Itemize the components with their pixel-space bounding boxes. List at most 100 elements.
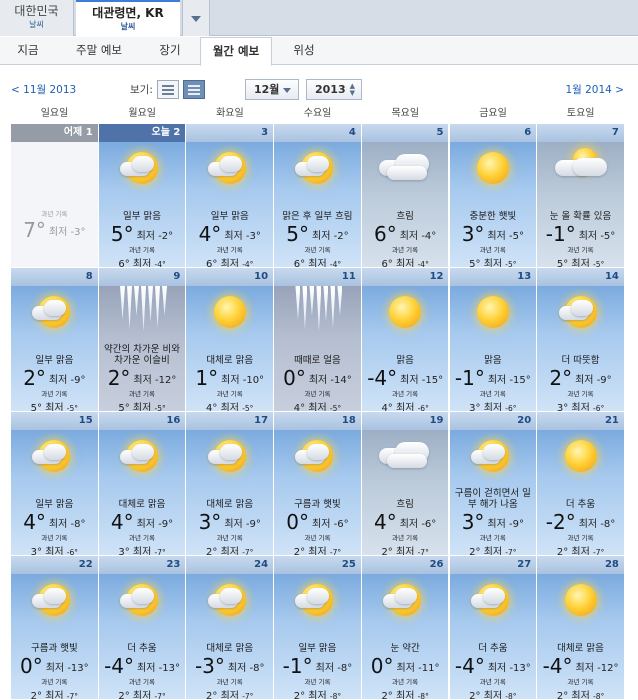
- tab-weekend[interactable]: 주말 예보: [60, 37, 138, 65]
- year-select[interactable]: 2013 ▲ ▼: [306, 79, 362, 100]
- average-high: 2°: [118, 691, 130, 700]
- tab-long-range[interactable]: 장기: [142, 37, 198, 65]
- day-number: 11: [274, 268, 361, 286]
- tab-now[interactable]: 지금: [0, 37, 56, 65]
- low-label: 최저: [227, 662, 247, 674]
- low-label: 최저: [487, 230, 506, 242]
- calendar-day-cell[interactable]: 28 대체로 맑음 -4° 최저 -12° 과년 기록 2° 최저 -8°: [537, 556, 625, 700]
- location-tab-city-label: 대관령면, KR: [92, 6, 164, 20]
- calendar-day-cell[interactable]: 오늘 2 일부 맑음 5° 최저 -2° 과년 기록 6° 최저 -4°: [98, 124, 187, 268]
- calendar-day-cell[interactable]: 6 충분한 햇빛 3° 최저 -5° 과년 기록 5° 최저 -5°: [449, 124, 538, 268]
- calendar-day-cell[interactable]: 3 일부 맑음 4° 최저 -3° 과년 기록 6° 최저 -4°: [186, 124, 275, 268]
- chevron-down-icon: [191, 16, 201, 22]
- partly-sunny-icon: [202, 434, 258, 482]
- calendar-day-cell[interactable]: 21 더 추움 -2° 최저 -8° 과년 기록 2° 최저 -7°: [537, 412, 625, 556]
- low-label: 최저: [221, 374, 240, 386]
- location-dropdown-button[interactable]: [182, 0, 210, 36]
- weather-description: 눈 올 확률 있음: [549, 211, 612, 222]
- low-value: -9°: [596, 374, 612, 386]
- list-view-button[interactable]: [157, 80, 179, 99]
- calendar-day-cell[interactable]: 19 흐림 4° 최저 -6° 과년 기록 2° 최저 -7°: [361, 412, 450, 556]
- low-value: -10°: [242, 374, 265, 386]
- calendar-day-cell[interactable]: 22 구름과 햇빛 0° 최저 -13° 과년 기록 2° 최저 -7°: [11, 556, 99, 700]
- next-month-link[interactable]: 1월 2014 >: [565, 80, 624, 100]
- calendar-day-cell[interactable]: 10 대체로 맑음 1° 최저 -10° 과년 기록 4° 최저 -5°: [186, 268, 275, 412]
- low-value: -12°: [597, 662, 619, 674]
- low-value: -11°: [418, 662, 440, 674]
- past-average-label: 과년 기록: [567, 390, 594, 398]
- weather-description: 일부 맑음: [123, 211, 162, 222]
- weather-description: 구름과 햇빛: [30, 643, 78, 654]
- average-low: -4°: [329, 260, 342, 268]
- average-high: 2°: [469, 691, 481, 700]
- location-tab-country[interactable]: 대한민국 날씨: [0, 0, 74, 36]
- weather-description: 더 추움: [565, 499, 596, 510]
- calendar-day-cell[interactable]: 15 일부 맑음 4° 최저 -8° 과년 기록 3° 최저 -6°: [11, 412, 99, 556]
- calendar-day-cell[interactable]: 어제 1 과년 기록 7° 최저 -3°: [11, 124, 99, 268]
- day-number: 3: [186, 124, 274, 142]
- grid-view-button[interactable]: [183, 80, 205, 99]
- high-temp: 0°: [283, 366, 306, 390]
- low-temp: 최저 -9°: [49, 375, 86, 386]
- low-temp: 최저 -8°: [49, 519, 86, 530]
- average-low: -7°: [329, 548, 342, 556]
- average-low: -8°: [505, 692, 517, 700]
- calendar-day-cell[interactable]: 18 구름과 햇빛 0° 최저 -6° 과년 기록 2° 최저 -7°: [274, 412, 362, 556]
- day-number: 28: [537, 556, 624, 574]
- location-tab-country-sub: 날씨: [29, 20, 44, 29]
- day-number: 오늘 2: [98, 124, 186, 142]
- low-label: 최저: [48, 518, 68, 530]
- past-average-label: 과년 기록: [567, 246, 594, 254]
- low-temp: 최저 -5°: [579, 231, 616, 242]
- low-temp: 최저 -5°: [487, 231, 524, 242]
- day-number: 19: [361, 412, 449, 430]
- calendar-day-cell[interactable]: 16 대체로 맑음 4° 최저 -9° 과년 기록 3° 최저 -7°: [98, 412, 187, 556]
- month-select[interactable]: 12월: [245, 79, 299, 100]
- average-low: -8°: [592, 692, 605, 700]
- location-tab-city-sub: 날씨: [120, 22, 136, 31]
- calendar-day-cell[interactable]: 14 더 따뜻함 2° 최저 -9° 과년 기록 3° 최저 -6°: [537, 268, 625, 412]
- low-value: -3°: [245, 230, 261, 242]
- calendar-day-cell[interactable]: 24 대체로 맑음 -3° 최저 -8° 과년 기록 2° 최저 -7°: [186, 556, 275, 700]
- day-number: 27: [449, 556, 537, 574]
- prev-month-link[interactable]: < 11월 2013: [11, 80, 76, 100]
- calendar-day-cell[interactable]: 17 대체로 맑음 3° 최저 -9° 과년 기록 2° 최저 -7°: [186, 412, 275, 556]
- day-number: 15: [11, 412, 98, 430]
- high-temp: 0°: [370, 654, 394, 678]
- average-low-label: 최저: [396, 691, 415, 700]
- calendar-day-cell[interactable]: 25 일부 맑음 -1° 최저 -8° 과년 기록 2° 최저 -8°: [274, 556, 362, 700]
- location-tab-city[interactable]: 대관령면, KR 날씨: [76, 0, 180, 37]
- low-value: -4°: [421, 230, 437, 242]
- sun-icon: [553, 434, 609, 482]
- calendar-day-cell[interactable]: 5 흐림 6° 최저 -4° 과년 기록 6° 최저 -4°: [361, 124, 450, 268]
- calendar-day-cell[interactable]: 13 맑음 -1° 최저 -15° 과년 기록 3° 최저 -6°: [449, 268, 538, 412]
- calendar-day-cell[interactable]: 7눈 올 확률 있음 -1° 최저 -5° 과년 기록 5° 최저 -5°: [537, 124, 625, 268]
- low-value: -2°: [333, 230, 349, 242]
- calendar-day-cell[interactable]: 8 일부 맑음 2° 최저 -9° 과년 기록 5° 최저 -5°: [11, 268, 99, 412]
- past-average-label: 과년 기록: [392, 534, 419, 542]
- average-low: -5°: [242, 404, 254, 412]
- cloudy-icon: [377, 146, 433, 194]
- weather-description: 흐림: [396, 499, 414, 510]
- stepper-arrows-icon: ▲ ▼: [349, 82, 355, 97]
- calendar-day-cell[interactable]: 26 눈 약간 0° 최저 -11° 과년 기록 2° 최저 -8°: [361, 556, 450, 700]
- calendar-day-cell[interactable]: 11 때때로 얼음 0° 최저 -14° 과년 기록 4° 최저 -5°: [274, 268, 362, 412]
- calendar-day-cell[interactable]: 27 더 추움 -4° 최저 -13° 과년 기록 2° 최저 -8°: [449, 556, 538, 700]
- calendar-day-cell[interactable]: 4 맑은 후 일부 흐림 5° 최저 -2° 과년 기록 6° 최저 -4°: [274, 124, 362, 268]
- past-average-label: 과년 기록: [216, 246, 243, 254]
- average-low-label: 최저: [396, 259, 415, 268]
- high-temp: 3°: [198, 510, 222, 534]
- low-value: -8°: [70, 518, 86, 530]
- calendar-day-cell[interactable]: 9 약간의 차가운 비와 차가운 이슬비 2° 최저 -12° 과년 기록 5° 최저 -…: [98, 268, 187, 412]
- day-number: 7: [537, 124, 624, 142]
- calendar-day-cell[interactable]: 20 구름이 걷히면서 일부 해가 나옴 3° 최저 -9° 과년 기록 2° 최저 -7…: [449, 412, 538, 556]
- partly-sunny-icon: [289, 434, 345, 482]
- calendar-day-cell[interactable]: 12 맑음 -4° 최저 -15° 과년 기록 4° 최저 -6°: [361, 268, 450, 412]
- calendar-day-cell[interactable]: 23 더 추움 -4° 최저 -13° 과년 기록 2° 최저 -7°: [98, 556, 187, 700]
- past-average-label: 과년 기록: [567, 678, 594, 686]
- high-temp: -4°: [454, 654, 485, 678]
- tab-monthly[interactable]: 월간 예보: [200, 37, 272, 66]
- tab-satellite[interactable]: 위성: [276, 37, 332, 65]
- weekday-header: 목요일: [391, 108, 420, 119]
- low-temp: 최저 -3°: [49, 227, 86, 238]
